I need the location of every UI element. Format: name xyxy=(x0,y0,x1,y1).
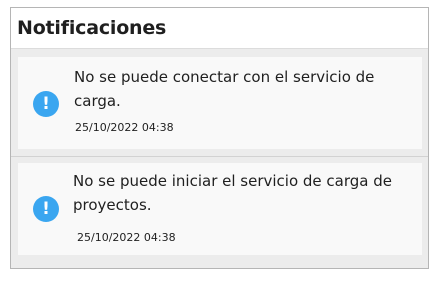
notifications-panel: Notificaciones ! No se puede conectar co… xyxy=(10,7,429,269)
info-alert-icon: ! xyxy=(33,91,59,117)
notification-timestamp: 25/10/2022 04:38 xyxy=(75,121,174,134)
panel-title: Notificaciones xyxy=(17,17,167,39)
notification-list[interactable]: ! No se puede conectar con el servicio d… xyxy=(11,49,428,255)
divider xyxy=(11,156,428,157)
notification-message: No se puede iniciar el servicio de carga… xyxy=(73,172,393,214)
panel-header: Notificaciones xyxy=(11,8,428,49)
info-alert-icon: ! xyxy=(33,196,59,222)
notification-item[interactable]: ! No se puede conectar con el servicio d… xyxy=(18,57,422,149)
notification-message: No se puede conectar con el servicio de … xyxy=(74,68,375,110)
notification-timestamp: 25/10/2022 04:38 xyxy=(77,231,176,244)
notification-item[interactable]: ! No se puede iniciar el servicio de car… xyxy=(18,163,422,255)
